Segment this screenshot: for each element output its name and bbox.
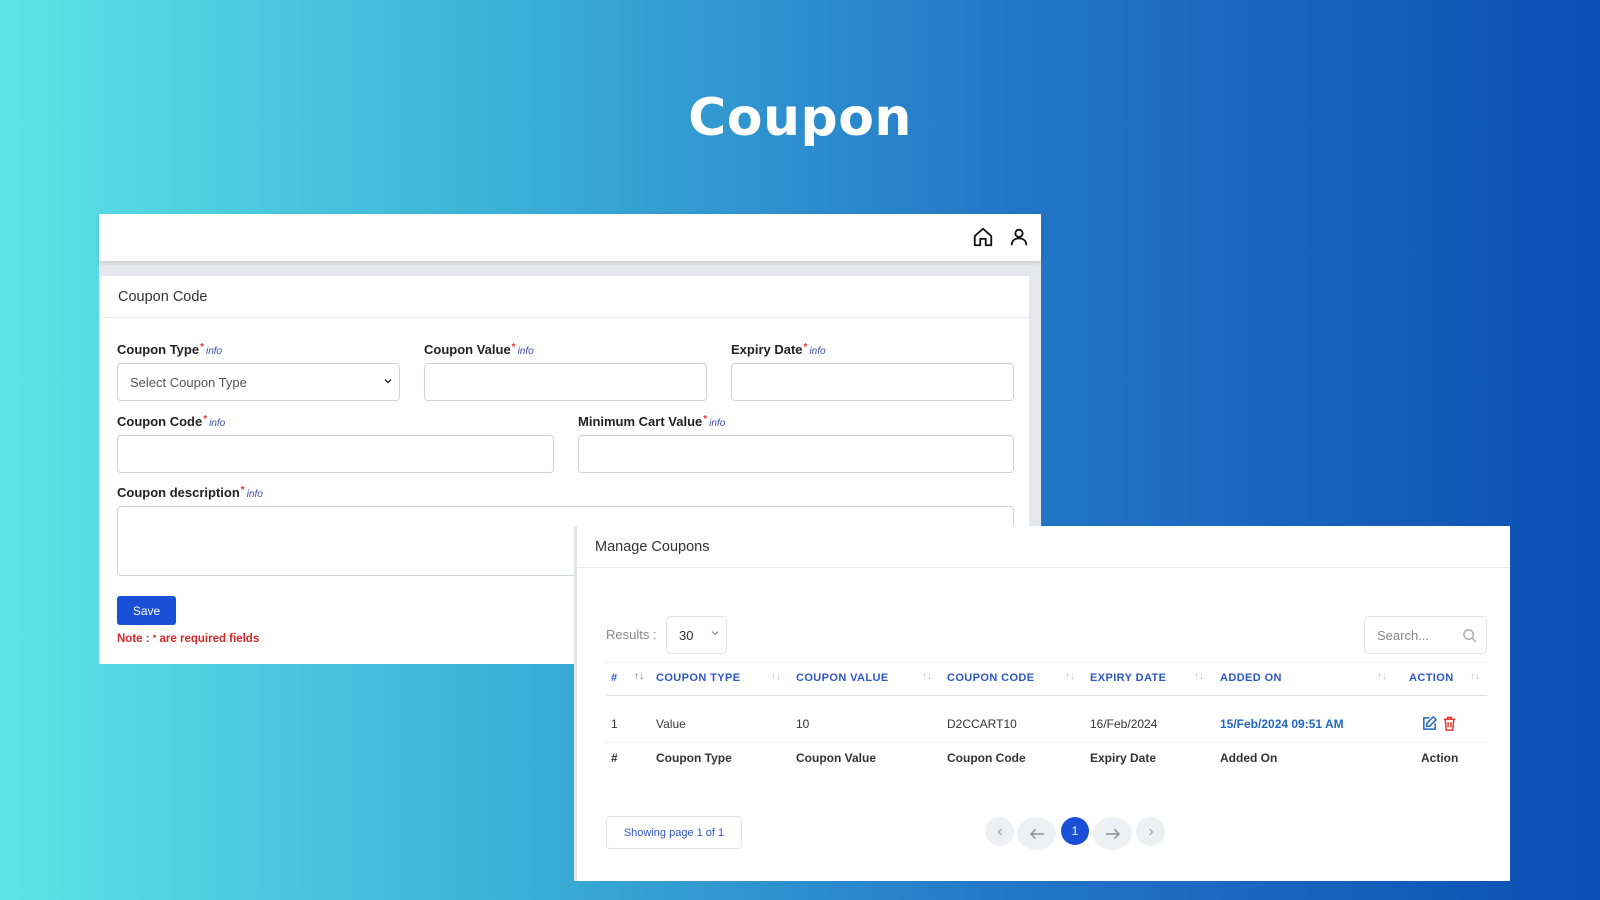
coupon-code-label: Coupon Code* info (117, 414, 226, 429)
coupon-description-label: Coupon description* info (117, 485, 263, 500)
delete-icon[interactable] (1441, 715, 1458, 732)
footer-action: Action (1421, 751, 1459, 765)
results-per-page-select[interactable]: 30 (666, 616, 727, 654)
footer-coupon-code: Coupon Code (947, 751, 1026, 765)
card-title: Coupon Code (100, 276, 1029, 318)
footer-expiry-date: Expiry Date (1090, 751, 1157, 765)
column-header-coupon-type[interactable]: COUPON TYPE (656, 672, 740, 684)
cell-added-on: 15/Feb/2024 09:51 AM (1220, 717, 1344, 731)
sort-icon[interactable]: ↑↓ (922, 671, 932, 682)
last-page-button[interactable] (1136, 817, 1165, 846)
cell-coupon-value: 10 (796, 717, 810, 731)
cell-expiry-date: 16/Feb/2024 (1090, 717, 1158, 731)
edit-icon[interactable] (1421, 715, 1438, 732)
chevron-down-icon (384, 378, 392, 384)
sort-icon[interactable]: ↑↓ (634, 671, 644, 682)
footer-coupon-value: Coupon Value (796, 751, 877, 765)
minimum-cart-value-input[interactable] (578, 435, 1014, 473)
required-mark: * (240, 485, 245, 496)
chevron-left-icon (997, 828, 1002, 835)
coupon-value-label: Coupon Value* info (424, 342, 534, 357)
top-navbar (99, 214, 1041, 261)
info-link[interactable]: info (247, 489, 263, 500)
divider (606, 695, 1487, 696)
required-mark: * (200, 342, 204, 353)
arrow-left-icon (1029, 828, 1044, 839)
coupon-type-label: Coupon Type* info (117, 342, 223, 357)
column-header-added-on[interactable]: ADDED ON (1220, 672, 1282, 684)
sort-icon[interactable]: ↑↓ (1065, 671, 1075, 682)
coupon-code-input[interactable] (117, 435, 554, 473)
save-button[interactable]: Save (117, 596, 176, 625)
required-mark: * (511, 342, 516, 353)
required-mark: * (703, 414, 708, 425)
column-header-expiry-date[interactable]: EXPIRY DATE (1090, 672, 1166, 684)
info-link[interactable]: info (709, 418, 725, 429)
page-info: Showing page 1 of 1 (606, 816, 742, 849)
required-fields-note: Note : * are required fields (117, 633, 260, 645)
info-link[interactable]: info (209, 418, 225, 429)
first-page-button[interactable] (985, 817, 1014, 846)
search-input[interactable]: Search... (1364, 616, 1487, 654)
arrow-right-icon (1105, 828, 1120, 839)
column-header-coupon-code[interactable]: COUPON CODE (947, 672, 1035, 684)
results-label: Results : (606, 627, 657, 642)
coupon-value-input[interactable] (424, 363, 707, 401)
manage-coupons-window: Manage Coupons Results : 30 Search... # … (574, 526, 1510, 881)
column-header-index[interactable]: # (611, 672, 618, 684)
divider (606, 742, 1487, 743)
required-mark: * (803, 342, 808, 353)
divider (606, 662, 1487, 663)
page-title: Coupon (688, 88, 912, 148)
chevron-down-icon (711, 631, 719, 636)
sort-icon[interactable]: ↑↓ (1377, 671, 1387, 682)
cell-coupon-code: D2CCART10 (947, 717, 1017, 731)
search-icon (1463, 629, 1477, 643)
info-link[interactable]: info (809, 346, 825, 357)
required-mark: * (203, 414, 208, 425)
minimum-cart-value-label: Minimum Cart Value* info (578, 414, 726, 429)
footer-added-on: Added On (1220, 751, 1278, 765)
chevron-right-icon (1148, 828, 1153, 835)
expiry-date-label: Expiry Date* info (731, 342, 826, 357)
next-page-button[interactable] (1093, 817, 1132, 850)
coupon-type-select[interactable]: Select Coupon Type (117, 363, 400, 401)
info-link[interactable]: info (206, 346, 222, 357)
sort-icon[interactable]: ↑↓ (1194, 671, 1204, 682)
column-header-action[interactable]: ACTION (1409, 672, 1454, 684)
manage-coupons-title: Manage Coupons (577, 526, 1510, 568)
user-icon[interactable] (1008, 226, 1030, 248)
info-link[interactable]: info (518, 346, 534, 357)
sort-icon[interactable]: ↑↓ (771, 671, 781, 682)
column-header-coupon-value[interactable]: COUPON VALUE (796, 672, 889, 684)
cell-coupon-type: Value (656, 717, 686, 731)
cell-index: 1 (611, 717, 618, 731)
footer-index: # (611, 751, 618, 765)
home-icon[interactable] (972, 226, 994, 248)
expiry-date-input[interactable] (731, 363, 1014, 401)
previous-page-button[interactable] (1017, 817, 1056, 850)
sort-icon[interactable]: ↑↓ (1470, 671, 1480, 682)
page-button-current[interactable]: 1 (1061, 817, 1089, 845)
footer-coupon-type: Coupon Type (656, 751, 732, 765)
